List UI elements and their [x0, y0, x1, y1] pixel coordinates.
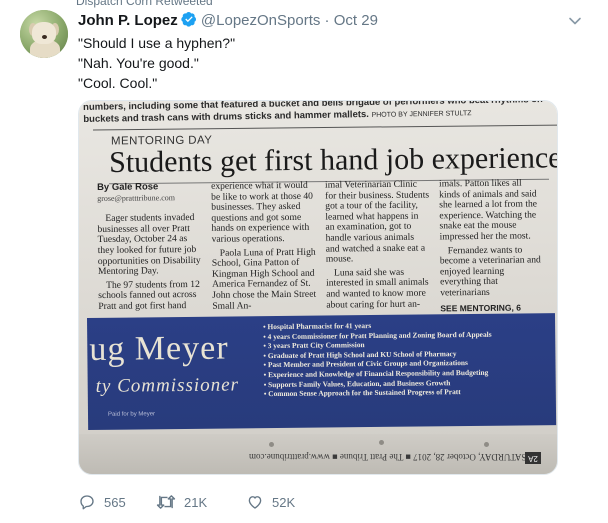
heart-icon: [246, 493, 264, 511]
article-paragraph: imal Veterinarian Clinic for their busin…: [324, 178, 430, 265]
author-handle[interactable]: @LopezOnSports: [201, 12, 320, 29]
tweet-line: "Cool. Cool.": [78, 75, 158, 91]
tweet-line: "Should I use a hyphen?": [78, 35, 236, 51]
ad-list: • Hospital Pharmacist for 41 years • 4 y…: [263, 319, 554, 399]
chevron-down-icon[interactable]: [568, 14, 582, 33]
see-more-label: SEE MENTORING, 6: [440, 302, 521, 313]
like-count: 52K: [272, 494, 296, 510]
reply-icon: [78, 493, 96, 511]
ad-list-item: • Common Sense Approach for the Sustaine…: [263, 387, 461, 399]
tweet-date[interactable]: Oct 29: [334, 12, 378, 29]
reply-button[interactable]: 565: [78, 493, 126, 511]
reply-count: 565: [104, 494, 126, 510]
article-headline: Students get first hand job experience: [108, 141, 558, 179]
article-paragraph: Luna said she was interested in small an…: [326, 266, 429, 311]
article-paragraph: Fernandez wants to become a veterinarian…: [439, 244, 541, 299]
author-name[interactable]: John P. Lopez: [78, 12, 178, 29]
ad-candidate-name: ug Meyer: [89, 329, 229, 368]
newspaper-footer-line: SATURDAY, October 28, 2017 ■ The Pratt T…: [249, 452, 527, 462]
article-paragraph: Eager students invaded businesses all ov…: [97, 212, 201, 278]
retweet-count: 21K: [184, 494, 208, 510]
ad-candidate-title: ty Commissioner: [95, 374, 240, 397]
article-paragraph: imals. Patton likes all kinds of animals…: [438, 177, 538, 243]
tweet-line: "Nah. You're good.": [78, 55, 199, 71]
tweet-text: "Should I use a hyphen?" "Nah. You're go…: [78, 33, 235, 93]
article-paragraph: Paola Luna of Pratt High School, Gina Pa…: [211, 246, 317, 312]
article-email: grose@pratttribune.com: [97, 192, 175, 203]
avatar[interactable]: [20, 10, 68, 58]
like-button[interactable]: 52K: [246, 493, 295, 511]
article-paragraph: The 97 students from 12 schools fanned o…: [98, 278, 200, 312]
tweet-header: John P. Lopez @LopezOnSports · Oct 29: [78, 11, 378, 31]
verified-badge-icon: [181, 11, 197, 31]
retweet-button[interactable]: 21K: [156, 493, 207, 511]
ad-fine-print: Paid for by Meyer: [107, 411, 156, 418]
newspaper-footer: SATURDAY, October 28, 2017 ■ The Pratt T…: [79, 434, 557, 474]
photo-credit: PHOTO BY JENNIFER STULTZ: [371, 110, 472, 119]
article-body: By Gale Rose grose@pratttribune.com Eage…: [97, 177, 557, 318]
retweet-context[interactable]: Dispatch Corn Retweeted: [76, 0, 213, 8]
campaign-ad: ug Meyer ty Commissioner Paid for by Mey…: [87, 313, 557, 430]
tweet-photo[interactable]: numbers, including some that featured a …: [78, 100, 558, 475]
retweet-icon: [156, 493, 176, 511]
article-paragraph: experience what it would be like to work…: [210, 179, 313, 245]
tweet-actions: 565 21K 52K: [78, 493, 458, 515]
page-number: 2A: [525, 452, 541, 464]
separator-dot: ·: [324, 12, 330, 29]
